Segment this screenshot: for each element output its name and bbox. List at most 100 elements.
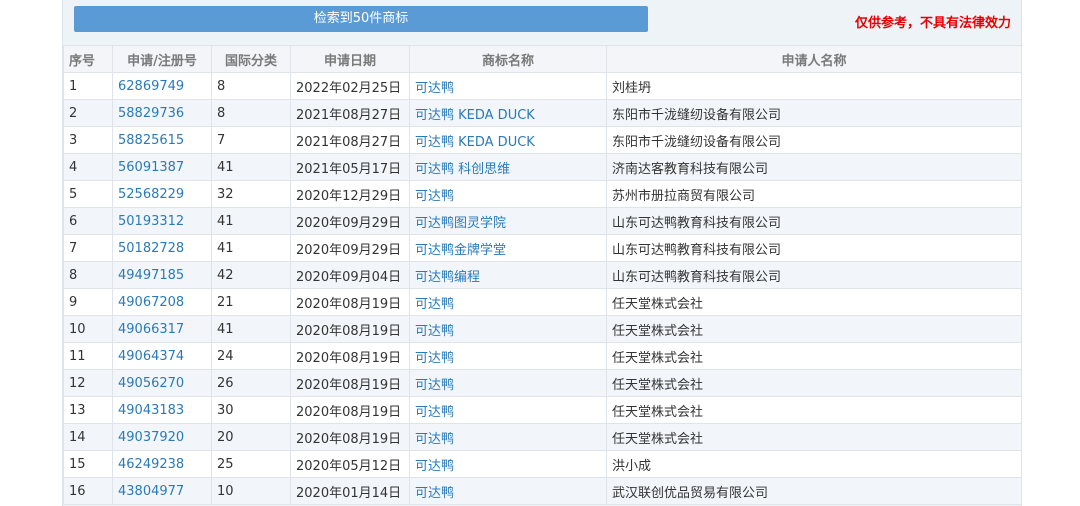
cell-class: 41 xyxy=(211,234,291,262)
cell-index: 6 xyxy=(63,207,113,235)
cell-class: 21 xyxy=(211,288,291,316)
table-row: 15 46249238 25 2020年05月12日 可达鸭 洪小成 xyxy=(63,450,1022,478)
cell-index: 13 xyxy=(63,396,113,424)
cell-date: 2020年09月29日 xyxy=(290,234,410,262)
cell-trademark-name-link[interactable]: 可达鸭 科创思维 xyxy=(409,153,607,181)
cell-index: 12 xyxy=(63,369,113,397)
cell-date: 2020年08月19日 xyxy=(290,315,410,343)
cell-class: 25 xyxy=(211,450,291,478)
cell-applicant: 任天堂株式会社 xyxy=(606,342,1022,370)
cell-trademark-name-link[interactable]: 可达鸭 KEDA DUCK xyxy=(409,126,607,154)
cell-index: 1 xyxy=(63,72,113,100)
cell-class: 42 xyxy=(211,261,291,289)
cell-reg-number-link[interactable]: 49066317 xyxy=(112,315,212,343)
cell-reg-number-link[interactable]: 52568229 xyxy=(112,180,212,208)
cell-trademark-name-link[interactable]: 可达鸭图灵学院 xyxy=(409,207,607,235)
cell-trademark-name-link[interactable]: 可达鸭 xyxy=(409,450,607,478)
cell-trademark-name-link[interactable]: 可达鸭 xyxy=(409,342,607,370)
table-header-row: 序号 申请/注册号 国际分类 申请日期 商标名称 申请人名称 xyxy=(63,45,1022,73)
disclaimer-text: 仅供参考，不具有法律效力 xyxy=(854,16,1011,31)
cell-trademark-name-link[interactable]: 可达鸭 xyxy=(409,72,607,100)
cell-date: 2022年02月25日 xyxy=(290,72,410,100)
cell-reg-number-link[interactable]: 49056270 xyxy=(112,369,212,397)
cell-applicant: 东阳市千泷缝纫设备有限公司 xyxy=(606,99,1022,127)
cell-index: 11 xyxy=(63,342,113,370)
table-row: 11 49064374 24 2020年08月19日 可达鸭 任天堂株式会社 xyxy=(63,342,1022,370)
cell-reg-number-link[interactable]: 49043183 xyxy=(112,396,212,424)
cell-trademark-name-link[interactable]: 可达鸭 xyxy=(409,369,607,397)
cell-applicant: 山东可达鸭教育科技有限公司 xyxy=(606,261,1022,289)
table-row: 14 49037920 20 2020年08月19日 可达鸭 任天堂株式会社 xyxy=(63,423,1022,451)
col-header-applicant: 申请人名称 xyxy=(606,45,1022,73)
cell-date: 2020年12月29日 xyxy=(290,180,410,208)
cell-reg-number-link[interactable]: 58825615 xyxy=(112,126,212,154)
cell-class: 24 xyxy=(211,342,291,370)
search-result-bar[interactable]: 检索到50件商标 xyxy=(74,6,648,32)
cell-reg-number-link[interactable]: 50182728 xyxy=(112,234,212,262)
col-header-class: 国际分类 xyxy=(211,45,291,73)
cell-date: 2020年08月19日 xyxy=(290,423,410,451)
cell-applicant: 刘桂坍 xyxy=(606,72,1022,100)
cell-reg-number-link[interactable]: 43804977 xyxy=(112,477,212,505)
cell-trademark-name-link[interactable]: 可达鸭 xyxy=(409,288,607,316)
cell-applicant: 山东可达鸭教育科技有限公司 xyxy=(606,207,1022,235)
cell-trademark-name-link[interactable]: 可达鸭金牌学堂 xyxy=(409,234,607,262)
cell-date: 2021年08月27日 xyxy=(290,99,410,127)
cell-trademark-name-link[interactable]: 可达鸭 xyxy=(409,423,607,451)
cell-reg-number-link[interactable]: 49497185 xyxy=(112,261,212,289)
cell-index: 15 xyxy=(63,450,113,478)
cell-trademark-name-link[interactable]: 可达鸭 xyxy=(409,477,607,505)
cell-index: 16 xyxy=(63,477,113,505)
cell-applicant: 任天堂株式会社 xyxy=(606,369,1022,397)
cell-reg-number-link[interactable]: 56091387 xyxy=(112,153,212,181)
cell-applicant: 济南达客教育科技有限公司 xyxy=(606,153,1022,181)
table-row: 13 49043183 30 2020年08月19日 可达鸭 任天堂株式会社 xyxy=(63,396,1022,424)
cell-trademark-name-link[interactable]: 可达鸭 xyxy=(409,180,607,208)
cell-class: 8 xyxy=(211,99,291,127)
cell-applicant: 苏州市册拉商贸有限公司 xyxy=(606,180,1022,208)
table-row: 5 52568229 32 2020年12月29日 可达鸭 苏州市册拉商贸有限公司 xyxy=(63,180,1022,208)
cell-index: 8 xyxy=(63,261,113,289)
col-header-reg-number: 申请/注册号 xyxy=(112,45,212,73)
cell-applicant: 任天堂株式会社 xyxy=(606,423,1022,451)
col-header-date: 申请日期 xyxy=(290,45,410,73)
cell-index: 3 xyxy=(63,126,113,154)
cell-index: 9 xyxy=(63,288,113,316)
cell-date: 2020年09月04日 xyxy=(290,261,410,289)
cell-reg-number-link[interactable]: 62869749 xyxy=(112,72,212,100)
cell-index: 10 xyxy=(63,315,113,343)
cell-index: 14 xyxy=(63,423,113,451)
table-row: 2 58829736 8 2021年08月27日 可达鸭 KEDA DUCK 东阳市千泷缝… xyxy=(63,99,1022,127)
cell-applicant: 武汉联创优品贸易有限公司 xyxy=(606,477,1022,505)
cell-class: 10 xyxy=(211,477,291,505)
cell-trademark-name-link[interactable]: 可达鸭编程 xyxy=(409,261,607,289)
cell-applicant: 东阳市千泷缝纫设备有限公司 xyxy=(606,126,1022,154)
cell-date: 2020年08月19日 xyxy=(290,342,410,370)
cell-applicant: 山东可达鸭教育科技有限公司 xyxy=(606,234,1022,262)
table-row: 12 49056270 26 2020年08月19日 可达鸭 任天堂株式会社 xyxy=(63,369,1022,397)
cell-trademark-name-link[interactable]: 可达鸭 xyxy=(409,315,607,343)
table-row: 7 50182728 41 2020年09月29日 可达鸭金牌学堂 山东可达鸭教育科技有限… xyxy=(63,234,1022,262)
cell-reg-number-link[interactable]: 50193312 xyxy=(112,207,212,235)
cell-class: 41 xyxy=(211,153,291,181)
table-row: 8 49497185 42 2020年09月04日 可达鸭编程 山东可达鸭教育科技有限公司 xyxy=(63,261,1022,289)
cell-applicant: 任天堂株式会社 xyxy=(606,396,1022,424)
cell-reg-number-link[interactable]: 58829736 xyxy=(112,99,212,127)
cell-class: 26 xyxy=(211,369,291,397)
table-row: 3 58825615 7 2021年08月27日 可达鸭 KEDA DUCK 东阳市千泷缝… xyxy=(63,126,1022,154)
cell-trademark-name-link[interactable]: 可达鸭 KEDA DUCK xyxy=(409,99,607,127)
cell-reg-number-link[interactable]: 49037920 xyxy=(112,423,212,451)
cell-date: 2020年09月29日 xyxy=(290,207,410,235)
cell-class: 7 xyxy=(211,126,291,154)
cell-class: 32 xyxy=(211,180,291,208)
col-header-index: 序号 xyxy=(63,45,113,73)
trademark-table: 序号 申请/注册号 国际分类 申请日期 商标名称 申请人名称 1 62869749… xyxy=(63,45,1022,505)
cell-applicant: 任天堂株式会社 xyxy=(606,315,1022,343)
cell-reg-number-link[interactable]: 49064374 xyxy=(112,342,212,370)
cell-index: 4 xyxy=(63,153,113,181)
cell-reg-number-link[interactable]: 49067208 xyxy=(112,288,212,316)
table-row: 10 49066317 41 2020年08月19日 可达鸭 任天堂株式会社 xyxy=(63,315,1022,343)
cell-reg-number-link[interactable]: 46249238 xyxy=(112,450,212,478)
table-row: 16 43804977 10 2020年01月14日 可达鸭 武汉联创优品贸易有限公司 xyxy=(63,477,1022,505)
cell-trademark-name-link[interactable]: 可达鸭 xyxy=(409,396,607,424)
